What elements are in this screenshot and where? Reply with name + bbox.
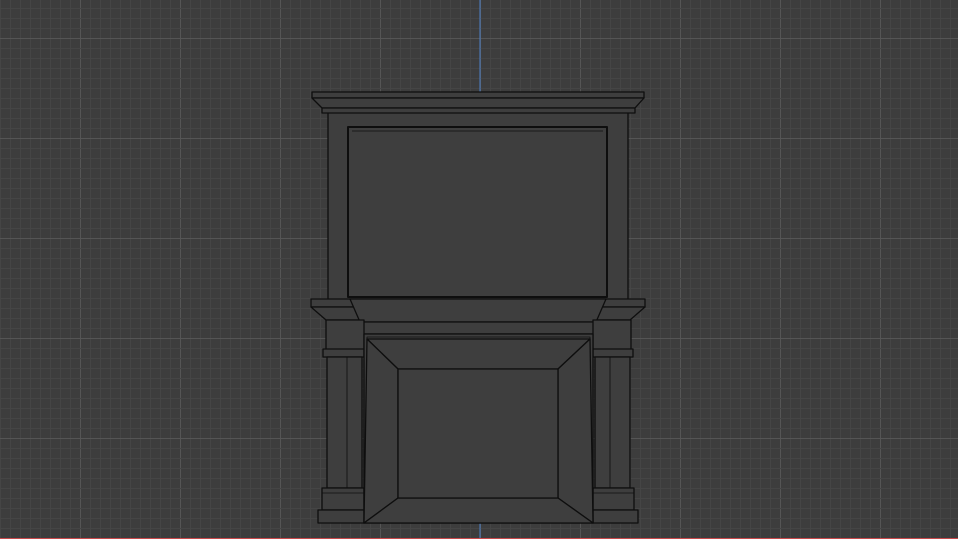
3d-viewport[interactable] bbox=[0, 0, 958, 539]
firebox-bevel-left bbox=[363, 338, 399, 524]
left-column-plinth bbox=[317, 509, 365, 524]
frieze-front bbox=[349, 298, 607, 323]
top-cornice-molding bbox=[311, 97, 645, 109]
left-column-ring bbox=[322, 348, 365, 358]
top-cornice[interactable] bbox=[311, 91, 645, 114]
right-column-shaft bbox=[594, 356, 631, 489]
overmantel[interactable] bbox=[327, 111, 629, 301]
left-column-capital bbox=[325, 319, 365, 351]
firebox-surround[interactable] bbox=[363, 333, 594, 524]
frieze-band bbox=[359, 321, 597, 335]
viewport-canvas[interactable] bbox=[0, 0, 958, 539]
left-column-shaft bbox=[326, 356, 363, 489]
firebox-bevel-top bbox=[366, 338, 591, 370]
frieze[interactable] bbox=[349, 298, 607, 335]
top-cornice-lip bbox=[311, 91, 645, 99]
left-column[interactable] bbox=[317, 319, 365, 524]
firebox-opening bbox=[397, 368, 559, 499]
firebox-bevel-bottom bbox=[363, 497, 594, 524]
fireplace-mantel-mesh[interactable] bbox=[310, 91, 646, 524]
top-cornice-base bbox=[321, 107, 636, 114]
overmantel-panel bbox=[347, 126, 608, 298]
firebox-bevel-right bbox=[557, 338, 594, 524]
right-column-capital bbox=[592, 319, 632, 351]
right-column-base bbox=[592, 487, 635, 511]
right-column[interactable] bbox=[592, 319, 639, 524]
right-column-ring bbox=[592, 348, 634, 358]
left-column-base bbox=[321, 487, 365, 511]
right-column-plinth bbox=[592, 509, 639, 524]
